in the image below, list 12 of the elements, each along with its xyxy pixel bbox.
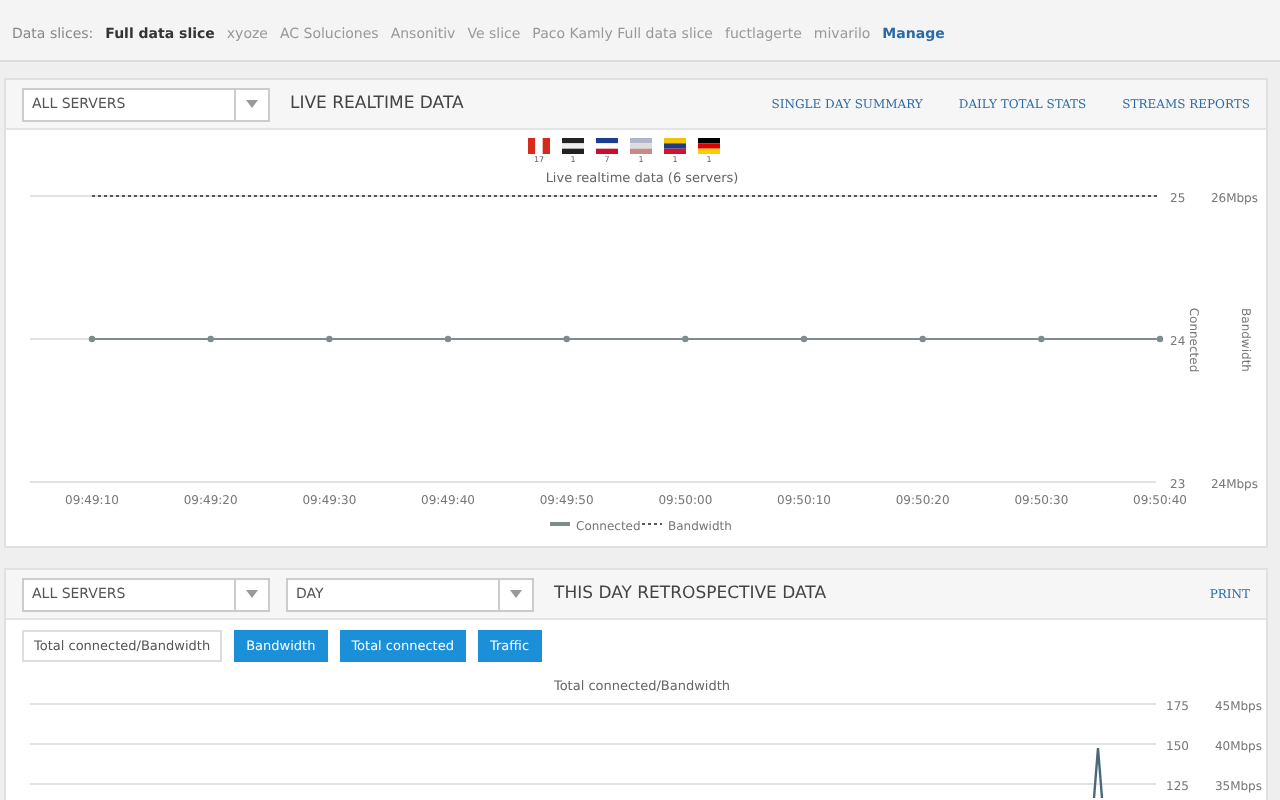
panel-title: THIS DAY RETROSPECTIVE DATA <box>554 584 827 604</box>
flag-icon <box>596 138 618 154</box>
flag-icon <box>562 138 584 154</box>
flag-icon <box>664 138 686 154</box>
caret-icon <box>246 590 258 598</box>
flag-icon <box>630 138 652 154</box>
flag-icon <box>698 138 720 154</box>
traffic-spike-line <box>1092 746 1104 798</box>
caret-icon <box>246 100 258 108</box>
panel-title: LIVE REALTIME DATA <box>290 94 464 114</box>
caret-icon <box>510 590 522 598</box>
flag-icon <box>528 138 550 154</box>
